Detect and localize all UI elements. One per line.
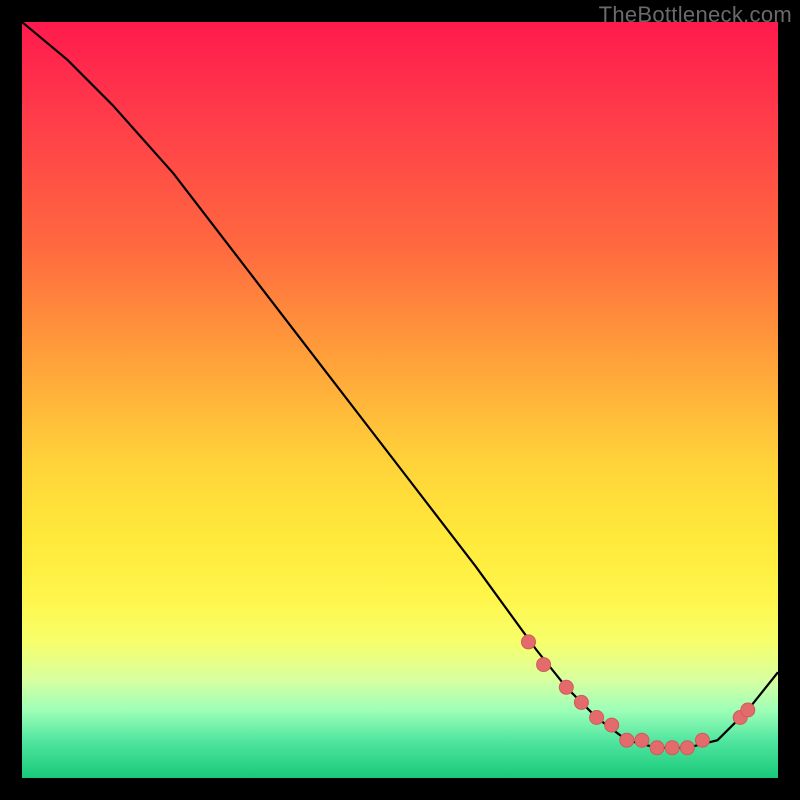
- chart-stage: TheBottleneck.com: [0, 0, 800, 800]
- data-marker: [559, 680, 573, 694]
- data-marker: [665, 741, 679, 755]
- data-marker: [537, 658, 551, 672]
- bottleneck-curve: [22, 22, 778, 748]
- plot-area: [22, 22, 778, 778]
- data-marker: [574, 695, 588, 709]
- watermark-text: TheBottleneck.com: [599, 2, 792, 28]
- data-marker: [650, 741, 664, 755]
- curve-layer: [22, 22, 778, 778]
- data-marker: [741, 703, 755, 717]
- data-marker: [695, 733, 709, 747]
- data-marker: [590, 711, 604, 725]
- data-marker: [733, 711, 747, 725]
- data-marker: [605, 718, 619, 732]
- data-marker: [680, 741, 694, 755]
- data-marker: [522, 635, 536, 649]
- data-marker: [635, 733, 649, 747]
- marker-group: [522, 635, 755, 755]
- data-marker: [620, 733, 634, 747]
